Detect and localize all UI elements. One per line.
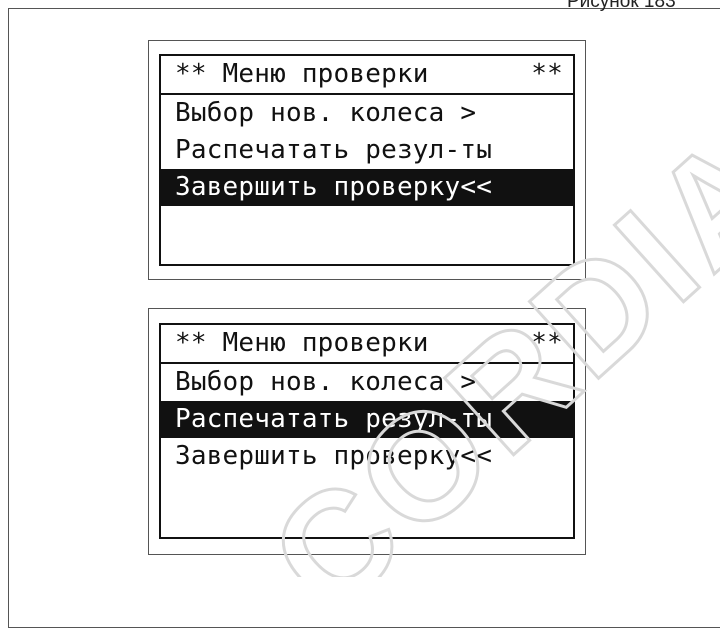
menu-item-print-results[interactable]: Распечатать резул-ты	[161, 401, 573, 438]
panel-2: ** Меню проверки ** Выбор нов. колеса > …	[148, 308, 586, 555]
panel-1: ** Меню проверки ** Выбор нов. колеса > …	[148, 40, 586, 280]
menu-item-finish-check[interactable]: Завершить проверку<<	[161, 169, 573, 206]
menu-item-finish-check[interactable]: Завершить проверку<<	[161, 438, 573, 475]
menu-title-end: **	[531, 328, 563, 358]
menu-item-select-new-wheel[interactable]: Выбор нов. колеса >	[161, 364, 573, 401]
lcd-screen-2: ** Меню проверки ** Выбор нов. колеса > …	[159, 323, 575, 539]
menu-title: ** Меню проверки	[175, 59, 429, 89]
menu-title-row: ** Меню проверки **	[161, 56, 573, 95]
menu-item-print-results[interactable]: Распечатать резул-ты	[161, 132, 573, 169]
menu-title-end: **	[531, 59, 563, 89]
figure-caption: Рисунок 183	[567, 0, 676, 12]
menu-item-select-new-wheel[interactable]: Выбор нов. колеса >	[161, 95, 573, 132]
menu-title: ** Меню проверки	[175, 328, 429, 358]
lcd-screen-1: ** Меню проверки ** Выбор нов. колеса > …	[159, 54, 575, 266]
menu-title-row: ** Меню проверки **	[161, 325, 573, 364]
